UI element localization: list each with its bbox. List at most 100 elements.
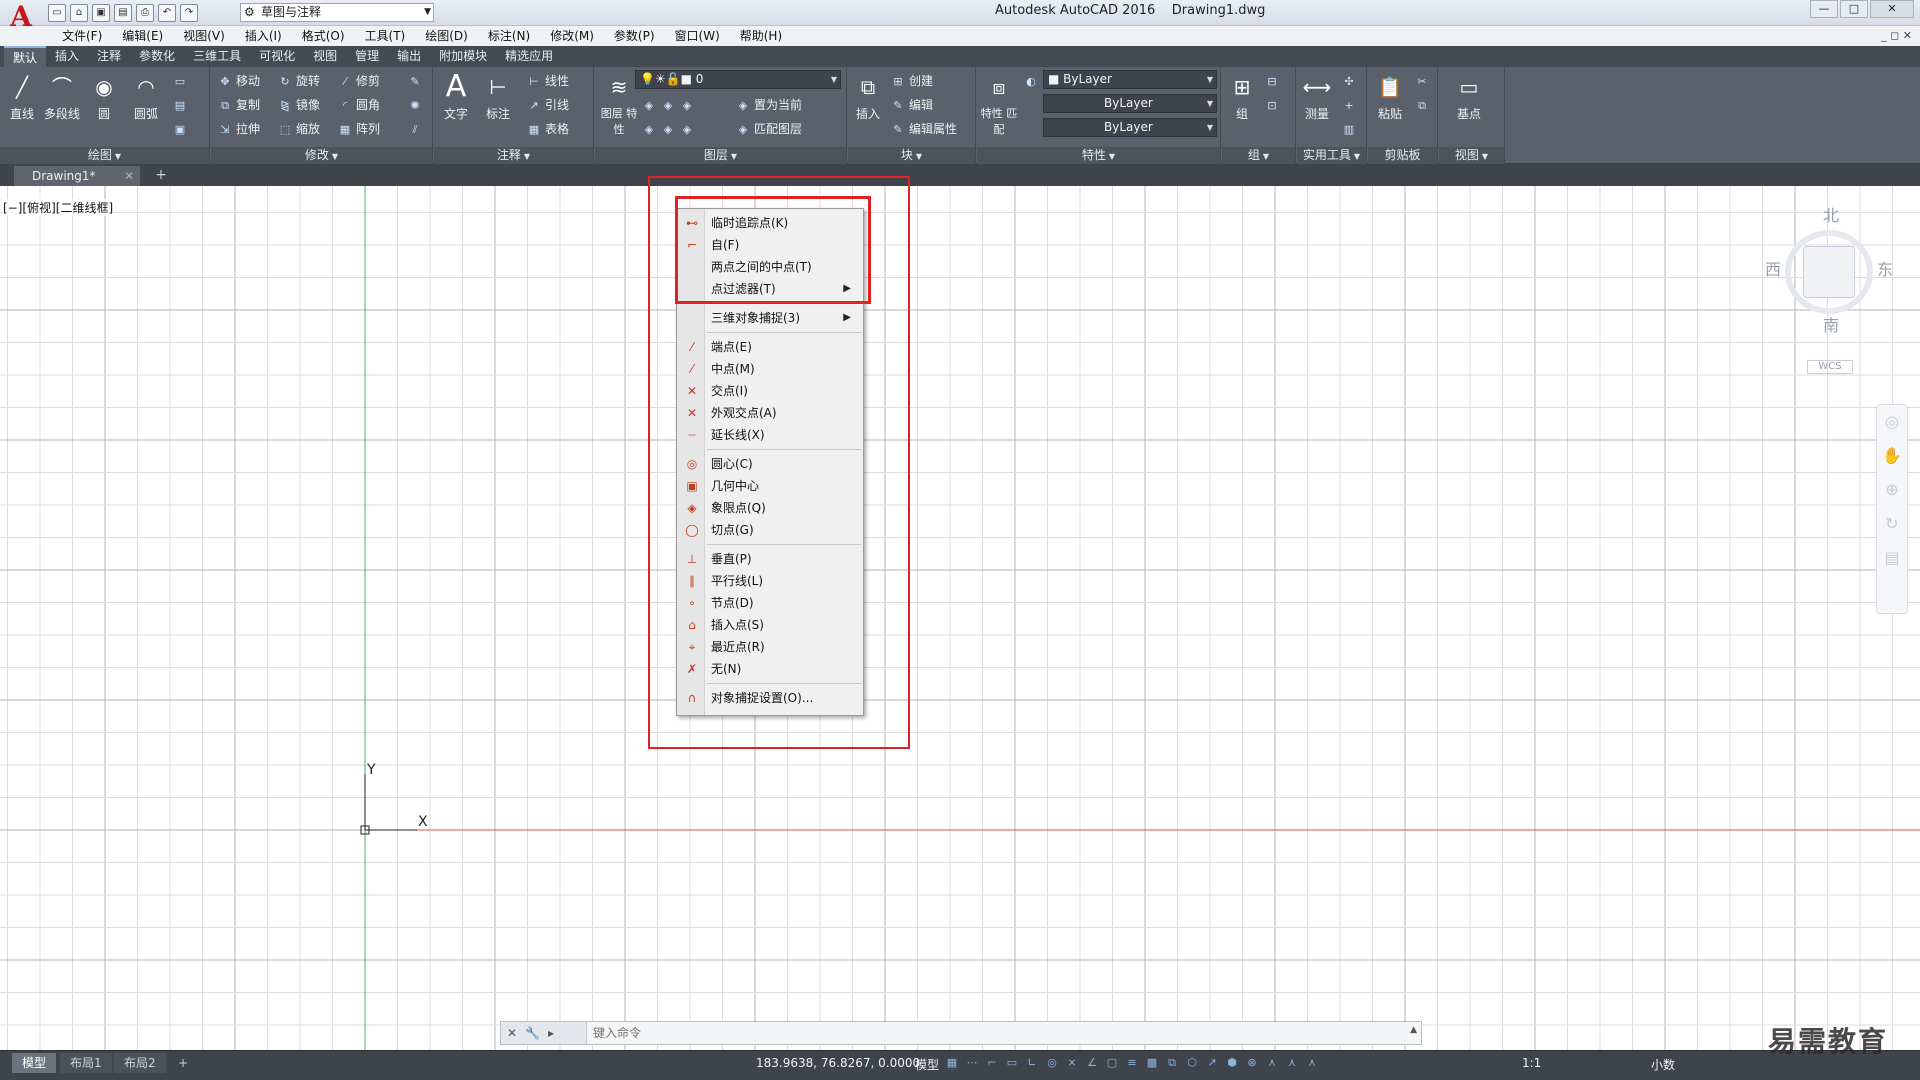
dynamic-input-icon[interactable]: ▭ bbox=[1005, 1055, 1019, 1071]
block-panel-title[interactable]: 块 ▼ bbox=[848, 147, 975, 164]
orbit-icon[interactable]: ↻ bbox=[1877, 507, 1907, 541]
tab-parametric[interactable]: 参数化 bbox=[130, 46, 184, 67]
coordinates-readout[interactable]: 183.9638, 76.8267, 0.0000 bbox=[756, 1056, 920, 1070]
properties-panel-title[interactable]: 特性 ▼ bbox=[977, 147, 1220, 164]
table-button[interactable]: ▦ 表格 bbox=[526, 119, 569, 139]
copy-button[interactable]: ⧉ 复制 bbox=[217, 95, 260, 115]
rectangle-button[interactable]: ▭ bbox=[172, 71, 191, 91]
menu-edit[interactable]: 编辑(E) bbox=[112, 26, 173, 46]
scale-button[interactable]: ⬚ 缩放 bbox=[277, 119, 320, 139]
tab-manage[interactable]: 管理 bbox=[346, 46, 388, 67]
lineweight-select[interactable]: ByLayer ▼ bbox=[1043, 118, 1217, 137]
base-view-button[interactable]: ▭ 基点 bbox=[1451, 71, 1487, 122]
edit-attributes-button[interactable]: ✎ 编辑属性 bbox=[890, 119, 957, 139]
units-select[interactable]: 小数 bbox=[1651, 1056, 1675, 1073]
chevron-up-icon[interactable]: ▲ bbox=[1410, 1025, 1417, 1035]
tab-output[interactable]: 输出 bbox=[388, 46, 430, 67]
copy-clip-button[interactable]: ⧉ bbox=[1414, 95, 1433, 115]
grid-icon[interactable]: ▦ bbox=[945, 1055, 959, 1071]
redo-icon[interactable]: ↷ bbox=[180, 4, 198, 22]
lineweight-icon[interactable]: ≡ bbox=[1125, 1055, 1139, 1071]
layers-panel-title[interactable]: 图层 ▼ bbox=[595, 147, 846, 164]
layer-tools-row2[interactable]: ◈ ◈ ◈ bbox=[641, 119, 698, 139]
save-icon[interactable]: ▣ bbox=[92, 4, 110, 22]
infer-icon[interactable]: ⌐ bbox=[985, 1055, 999, 1071]
command-history-icon[interactable]: ▸ bbox=[548, 1026, 554, 1040]
modify-panel-title[interactable]: 修改 ▼ bbox=[211, 147, 432, 164]
close-button[interactable]: ✕ bbox=[1870, 0, 1914, 18]
steering-wheel-icon[interactable]: ◎ bbox=[1877, 405, 1907, 439]
tab-insert[interactable]: 插入 bbox=[46, 46, 88, 67]
gizmo-icon[interactable]: ⊛ bbox=[1245, 1055, 1259, 1071]
new-file-icon[interactable]: ▭ bbox=[48, 4, 66, 22]
explode-button[interactable]: ✺ bbox=[407, 95, 426, 115]
clipboard-panel-title[interactable]: 剪贴板 bbox=[1368, 147, 1437, 164]
layer-tools-row1[interactable]: ◈ ◈ ◈ bbox=[641, 95, 698, 115]
ungroup-button[interactable]: ⊟ bbox=[1264, 71, 1283, 91]
menu-file[interactable]: 文件(F) bbox=[52, 26, 112, 46]
dynamic-ucs-icon[interactable]: ↗ bbox=[1205, 1055, 1219, 1071]
calculator-button[interactable]: ▥ bbox=[1341, 119, 1360, 139]
transparency-icon[interactable]: ▩ bbox=[1145, 1055, 1159, 1071]
command-input[interactable] bbox=[591, 1022, 1411, 1044]
polyline-button[interactable]: ⌒ 多段线 bbox=[44, 71, 80, 122]
wcs-menu[interactable]: WCS bbox=[1807, 360, 1853, 374]
tab-layout2[interactable]: 布局2 bbox=[114, 1053, 166, 1073]
hatch-button[interactable]: ▤ bbox=[172, 95, 191, 115]
model-space-toggle[interactable]: 模型 bbox=[915, 1056, 939, 1073]
menu-view[interactable]: 视图(V) bbox=[173, 26, 235, 46]
minimize-button[interactable]: — bbox=[1810, 0, 1838, 18]
menu-modify[interactable]: 修改(M) bbox=[540, 26, 604, 46]
insert-block-button[interactable]: ⧉ 插入 bbox=[850, 71, 886, 122]
menu-format[interactable]: 格式(O) bbox=[292, 26, 355, 46]
id-point-button[interactable]: + bbox=[1341, 95, 1360, 115]
set-current-button[interactable]: ◈ 置为当前 bbox=[735, 95, 802, 115]
zoom-extents-icon[interactable]: ⊕ bbox=[1877, 473, 1907, 507]
annotation-visibility-icon[interactable]: ⋏ bbox=[1265, 1055, 1279, 1071]
viewcube-face[interactable] bbox=[1803, 246, 1855, 298]
fillet-button[interactable]: ◜ 圆角 bbox=[337, 95, 380, 115]
auto-scale-icon[interactable]: ⋏ bbox=[1285, 1055, 1299, 1071]
layer-properties-button[interactable]: ≋ 图层 特性 bbox=[599, 71, 639, 137]
create-block-button[interactable]: ⊞ 创建 bbox=[890, 71, 933, 91]
maximize-button[interactable]: □ bbox=[1840, 0, 1868, 18]
pan-icon[interactable]: ✋ bbox=[1877, 439, 1907, 473]
line-button[interactable]: ╱ 直线 bbox=[4, 71, 40, 122]
tab-featured-apps[interactable]: 精选应用 bbox=[496, 46, 562, 67]
tab-visualize[interactable]: 可视化 bbox=[250, 46, 304, 67]
selection-cycling-icon[interactable]: ⧉ bbox=[1165, 1055, 1179, 1071]
wrench-icon[interactable]: 🔧 bbox=[525, 1026, 540, 1040]
viewcube[interactable]: 北 南 东 西 WCS bbox=[1765, 200, 1905, 374]
move-button[interactable]: ✥ 移动 bbox=[217, 71, 260, 91]
tab-layout1[interactable]: 布局1 bbox=[60, 1053, 112, 1073]
selection-filter-icon[interactable]: ⬢ bbox=[1225, 1055, 1239, 1071]
object-tracking-icon[interactable]: ∠ bbox=[1085, 1055, 1099, 1071]
3d-osnap-icon[interactable]: ⬡ bbox=[1185, 1055, 1199, 1071]
tab-default[interactable]: 默认 bbox=[4, 46, 47, 67]
edit-block-button[interactable]: ✎ 编辑 bbox=[890, 95, 933, 115]
print-icon[interactable]: ⎙ bbox=[136, 4, 154, 22]
annotation-scale-icon[interactable]: ⋏ bbox=[1305, 1055, 1319, 1071]
save-as-icon[interactable]: ▤ bbox=[114, 4, 132, 22]
offset-button[interactable]: ⫽ bbox=[407, 119, 426, 139]
compass-south[interactable]: 南 bbox=[1823, 312, 1839, 336]
erase-button[interactable]: ✎ bbox=[407, 71, 426, 91]
linear-button[interactable]: ⊢ 线性 bbox=[526, 71, 569, 91]
drawing-tab[interactable]: Drawing1* ✕ bbox=[14, 166, 140, 186]
close-icon[interactable]: ✕ bbox=[124, 166, 134, 186]
utilities-panel-title[interactable]: 实用工具 ▼ bbox=[1297, 147, 1366, 164]
isodraft-icon[interactable]: ⨯ bbox=[1065, 1055, 1079, 1071]
match-properties-button[interactable]: ⧈ 特性 匹配 bbox=[979, 71, 1019, 137]
menu-window[interactable]: 窗口(W) bbox=[665, 26, 730, 46]
tab-addins[interactable]: 附加模块 bbox=[430, 46, 496, 67]
array-button[interactable]: ▦ 阵列 bbox=[337, 119, 380, 139]
arc-button[interactable]: ◠ 圆弧 bbox=[128, 71, 164, 122]
drawing-window-controls[interactable]: _ ◻ ✕ bbox=[1881, 26, 1912, 46]
compass-west[interactable]: 西 bbox=[1765, 256, 1781, 280]
snap-icon[interactable]: ⋯ bbox=[965, 1055, 979, 1071]
leader-button[interactable]: ↗ 引线 bbox=[526, 95, 569, 115]
draw-panel-title[interactable]: 绘图 ▼ bbox=[0, 147, 209, 164]
object-snap-icon[interactable]: ▢ bbox=[1105, 1055, 1119, 1071]
paste-button[interactable]: 📋 粘贴 bbox=[1372, 71, 1408, 122]
layer-select[interactable]: 💡☀🔓■ 0 ▼ bbox=[635, 70, 841, 89]
